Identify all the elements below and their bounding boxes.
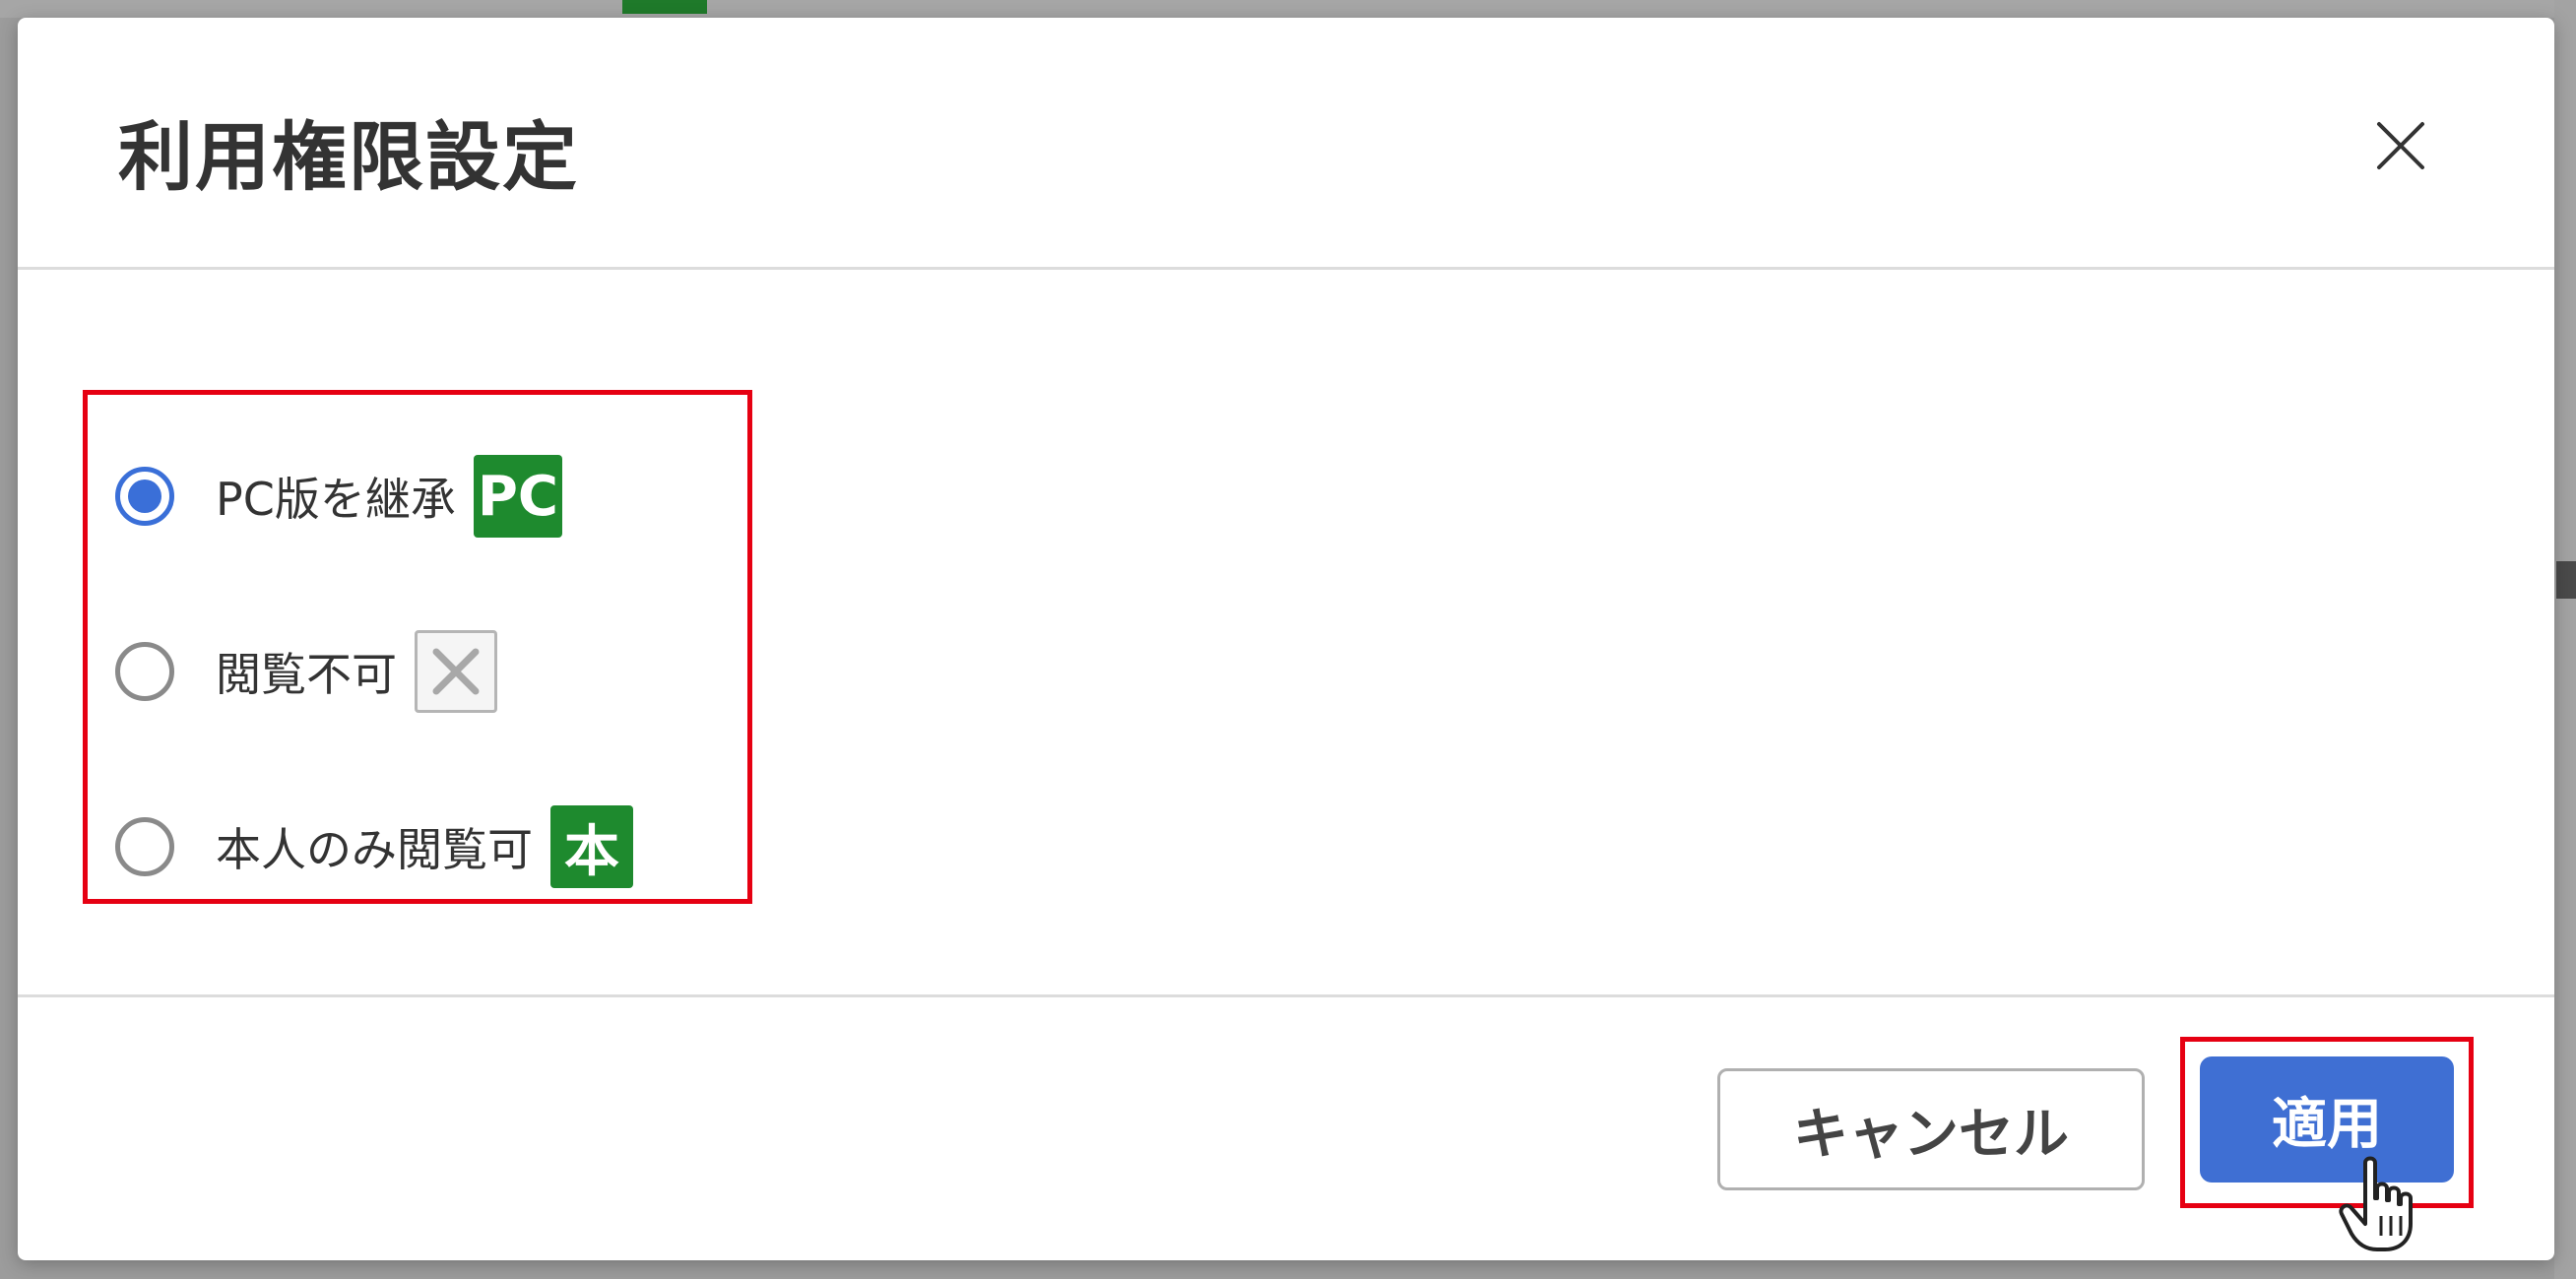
self-badge: 本	[550, 805, 633, 888]
cross-badge	[415, 630, 497, 713]
pc-badge: PC	[473, 455, 562, 538]
background-scroll-area	[2554, 0, 2576, 1279]
hand-pointer-icon	[2339, 1156, 2413, 1251]
background-badge	[622, 0, 707, 14]
cross-icon	[432, 648, 480, 695]
option-no-view[interactable]: 閲覧不可	[115, 627, 726, 716]
dialog-title: 利用権限設定	[118, 113, 579, 201]
radio-selected-dot	[128, 480, 161, 513]
dialog-header: 利用権限設定	[18, 18, 2554, 270]
close-button[interactable]	[2361, 106, 2440, 185]
close-icon	[2377, 122, 2424, 169]
option-label: PC版を継承	[216, 473, 456, 526]
permission-options-highlight: PC版を継承 PC 閲覧不可 本人のみ閲覧可 本	[83, 390, 752, 904]
permission-dialog: 利用権限設定 PC版を継承 PC 閲覧不可 本人のみ閲覧可 本 キャンセル 適用	[18, 18, 2554, 1260]
radio-self-only[interactable]	[115, 817, 174, 876]
option-self-only[interactable]: 本人のみ閲覧可 本	[115, 802, 726, 891]
radio-no-view[interactable]	[115, 642, 174, 701]
dialog-body: PC版を継承 PC 閲覧不可 本人のみ閲覧可 本	[18, 270, 2554, 1014]
radio-inherit-pc[interactable]	[115, 467, 174, 526]
background-page	[0, 0, 2576, 18]
background-scrollbar-thumb[interactable]	[2556, 561, 2576, 599]
option-inherit-pc[interactable]: PC版を継承 PC	[115, 452, 726, 541]
option-label: 閲覧不可	[216, 648, 397, 701]
dialog-footer: キャンセル 適用	[18, 994, 2554, 1260]
option-label: 本人のみ閲覧可	[216, 823, 533, 876]
cancel-button[interactable]: キャンセル	[1717, 1068, 2145, 1190]
